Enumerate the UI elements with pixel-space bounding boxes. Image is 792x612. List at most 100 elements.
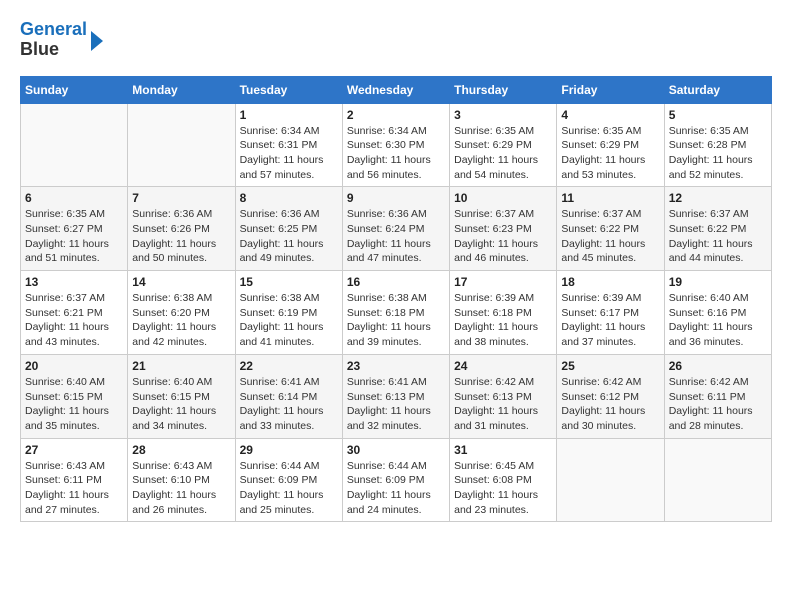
- day-number: 15: [240, 275, 338, 289]
- calendar-cell: 28Sunrise: 6:43 AM Sunset: 6:10 PM Dayli…: [128, 438, 235, 522]
- calendar-cell: 1 Sunrise: 6:34 AM Sunset: 6:31 PM Daylig…: [235, 103, 342, 187]
- calendar-cell: 31 Sunrise: 6:45 AM Sunset: 6:08 PM Dayli…: [450, 438, 557, 522]
- calendar-header-row: SundayMondayTuesdayWednesdayThursdayFrid…: [21, 76, 772, 103]
- calendar-week-row: 27 Sunrise: 6:43 AM Sunset: 6:11 PM Dayli…: [21, 438, 772, 522]
- day-info: Sunrise: 6:42 AM Sunset: 6:12 PM Dayligh…: [561, 375, 659, 434]
- day-info: Sunrise: 6:40 AM Sunset: 6:16 PM Dayligh…: [669, 291, 767, 350]
- calendar-cell: 27 Sunrise: 6:43 AM Sunset: 6:11 PM Dayli…: [21, 438, 128, 522]
- calendar-week-row: 13Sunrise: 6:37 AM Sunset: 6:21 PM Dayli…: [21, 271, 772, 355]
- day-number: 21: [132, 359, 230, 373]
- logo-text: GeneralBlue: [20, 20, 87, 60]
- calendar-cell: 3 Sunrise: 6:35 AM Sunset: 6:29 PM Daylig…: [450, 103, 557, 187]
- weekday-header-sunday: Sunday: [21, 76, 128, 103]
- calendar-cell: 21 Sunrise: 6:40 AM Sunset: 6:15 PM Dayli…: [128, 354, 235, 438]
- day-number: 22: [240, 359, 338, 373]
- day-info: Sunrise: 6:38 AM Sunset: 6:19 PM Dayligh…: [240, 291, 338, 350]
- day-info: Sunrise: 6:37 AM Sunset: 6:23 PM Dayligh…: [454, 207, 552, 266]
- calendar-cell: 25Sunrise: 6:42 AM Sunset: 6:12 PM Dayli…: [557, 354, 664, 438]
- weekday-header-saturday: Saturday: [664, 76, 771, 103]
- calendar-cell: 19 Sunrise: 6:40 AM Sunset: 6:16 PM Dayli…: [664, 271, 771, 355]
- day-info: Sunrise: 6:34 AM Sunset: 6:31 PM Dayligh…: [240, 124, 338, 183]
- calendar-cell: [664, 438, 771, 522]
- day-info: Sunrise: 6:34 AM Sunset: 6:30 PM Dayligh…: [347, 124, 445, 183]
- calendar-cell: 26 Sunrise: 6:42 AM Sunset: 6:11 PM Dayli…: [664, 354, 771, 438]
- day-info: Sunrise: 6:44 AM Sunset: 6:09 PM Dayligh…: [240, 459, 338, 518]
- day-number: 23: [347, 359, 445, 373]
- calendar-cell: 14 Sunrise: 6:38 AM Sunset: 6:20 PM Dayli…: [128, 271, 235, 355]
- calendar-cell: 6 Sunrise: 6:35 AM Sunset: 6:27 PM Daylig…: [21, 187, 128, 271]
- weekday-header-wednesday: Wednesday: [342, 76, 449, 103]
- day-number: 5: [669, 108, 767, 122]
- day-info: Sunrise: 6:41 AM Sunset: 6:14 PM Dayligh…: [240, 375, 338, 434]
- day-info: Sunrise: 6:41 AM Sunset: 6:13 PM Dayligh…: [347, 375, 445, 434]
- calendar-cell: 20 Sunrise: 6:40 AM Sunset: 6:15 PM Dayli…: [21, 354, 128, 438]
- day-number: 28: [132, 443, 230, 457]
- day-number: 31: [454, 443, 552, 457]
- day-number: 24: [454, 359, 552, 373]
- day-number: 2: [347, 108, 445, 122]
- day-number: 14: [132, 275, 230, 289]
- weekday-header-thursday: Thursday: [450, 76, 557, 103]
- calendar-cell: [21, 103, 128, 187]
- day-info: Sunrise: 6:37 AM Sunset: 6:22 PM Dayligh…: [669, 207, 767, 266]
- day-number: 17: [454, 275, 552, 289]
- day-info: Sunrise: 6:40 AM Sunset: 6:15 PM Dayligh…: [25, 375, 123, 434]
- day-number: 4: [561, 108, 659, 122]
- day-number: 13: [25, 275, 123, 289]
- calendar-cell: 12 Sunrise: 6:37 AM Sunset: 6:22 PM Dayli…: [664, 187, 771, 271]
- calendar-cell: 7 Sunrise: 6:36 AM Sunset: 6:26 PM Daylig…: [128, 187, 235, 271]
- day-number: 6: [25, 191, 123, 205]
- day-info: Sunrise: 6:37 AM Sunset: 6:22 PM Dayligh…: [561, 207, 659, 266]
- day-number: 12: [669, 191, 767, 205]
- calendar-cell: 17 Sunrise: 6:39 AM Sunset: 6:18 PM Dayli…: [450, 271, 557, 355]
- calendar-cell: 23 Sunrise: 6:41 AM Sunset: 6:13 PM Dayli…: [342, 354, 449, 438]
- calendar-table: SundayMondayTuesdayWednesdayThursdayFrid…: [20, 76, 772, 523]
- day-info: Sunrise: 6:43 AM Sunset: 6:11 PM Dayligh…: [25, 459, 123, 518]
- day-number: 1: [240, 108, 338, 122]
- calendar-cell: 4 Sunrise: 6:35 AM Sunset: 6:29 PM Daylig…: [557, 103, 664, 187]
- day-number: 16: [347, 275, 445, 289]
- calendar-cell: 5 Sunrise: 6:35 AM Sunset: 6:28 PM Daylig…: [664, 103, 771, 187]
- day-number: 18: [561, 275, 659, 289]
- day-number: 7: [132, 191, 230, 205]
- day-info: Sunrise: 6:44 AM Sunset: 6:09 PM Dayligh…: [347, 459, 445, 518]
- day-number: 3: [454, 108, 552, 122]
- day-info: Sunrise: 6:36 AM Sunset: 6:24 PM Dayligh…: [347, 207, 445, 266]
- logo-arrow-icon: [91, 31, 103, 51]
- day-info: Sunrise: 6:35 AM Sunset: 6:29 PM Dayligh…: [454, 124, 552, 183]
- calendar-cell: 8Sunrise: 6:36 AM Sunset: 6:25 PM Daylig…: [235, 187, 342, 271]
- day-info: Sunrise: 6:35 AM Sunset: 6:27 PM Dayligh…: [25, 207, 123, 266]
- weekday-header-monday: Monday: [128, 76, 235, 103]
- day-number: 19: [669, 275, 767, 289]
- day-info: Sunrise: 6:38 AM Sunset: 6:20 PM Dayligh…: [132, 291, 230, 350]
- day-number: 27: [25, 443, 123, 457]
- day-info: Sunrise: 6:45 AM Sunset: 6:08 PM Dayligh…: [454, 459, 552, 518]
- calendar-cell: 24 Sunrise: 6:42 AM Sunset: 6:13 PM Dayli…: [450, 354, 557, 438]
- calendar-cell: 13Sunrise: 6:37 AM Sunset: 6:21 PM Dayli…: [21, 271, 128, 355]
- day-info: Sunrise: 6:39 AM Sunset: 6:18 PM Dayligh…: [454, 291, 552, 350]
- calendar-cell: 16Sunrise: 6:38 AM Sunset: 6:18 PM Dayli…: [342, 271, 449, 355]
- weekday-header-tuesday: Tuesday: [235, 76, 342, 103]
- day-number: 20: [25, 359, 123, 373]
- day-info: Sunrise: 6:42 AM Sunset: 6:13 PM Dayligh…: [454, 375, 552, 434]
- day-info: Sunrise: 6:36 AM Sunset: 6:25 PM Dayligh…: [240, 207, 338, 266]
- weekday-header-friday: Friday: [557, 76, 664, 103]
- day-info: Sunrise: 6:35 AM Sunset: 6:29 PM Dayligh…: [561, 124, 659, 183]
- calendar-cell: 10 Sunrise: 6:37 AM Sunset: 6:23 PM Dayli…: [450, 187, 557, 271]
- calendar-cell: 22 Sunrise: 6:41 AM Sunset: 6:14 PM Dayli…: [235, 354, 342, 438]
- day-number: 26: [669, 359, 767, 373]
- day-info: Sunrise: 6:35 AM Sunset: 6:28 PM Dayligh…: [669, 124, 767, 183]
- day-number: 11: [561, 191, 659, 205]
- day-info: Sunrise: 6:42 AM Sunset: 6:11 PM Dayligh…: [669, 375, 767, 434]
- day-number: 29: [240, 443, 338, 457]
- calendar-cell: 29 Sunrise: 6:44 AM Sunset: 6:09 PM Dayli…: [235, 438, 342, 522]
- calendar-cell: [557, 438, 664, 522]
- day-info: Sunrise: 6:40 AM Sunset: 6:15 PM Dayligh…: [132, 375, 230, 434]
- day-info: Sunrise: 6:36 AM Sunset: 6:26 PM Dayligh…: [132, 207, 230, 266]
- calendar-cell: 30Sunrise: 6:44 AM Sunset: 6:09 PM Dayli…: [342, 438, 449, 522]
- day-number: 10: [454, 191, 552, 205]
- calendar-cell: 15 Sunrise: 6:38 AM Sunset: 6:19 PM Dayli…: [235, 271, 342, 355]
- day-number: 9: [347, 191, 445, 205]
- calendar-cell: [128, 103, 235, 187]
- logo: GeneralBlue: [20, 20, 103, 60]
